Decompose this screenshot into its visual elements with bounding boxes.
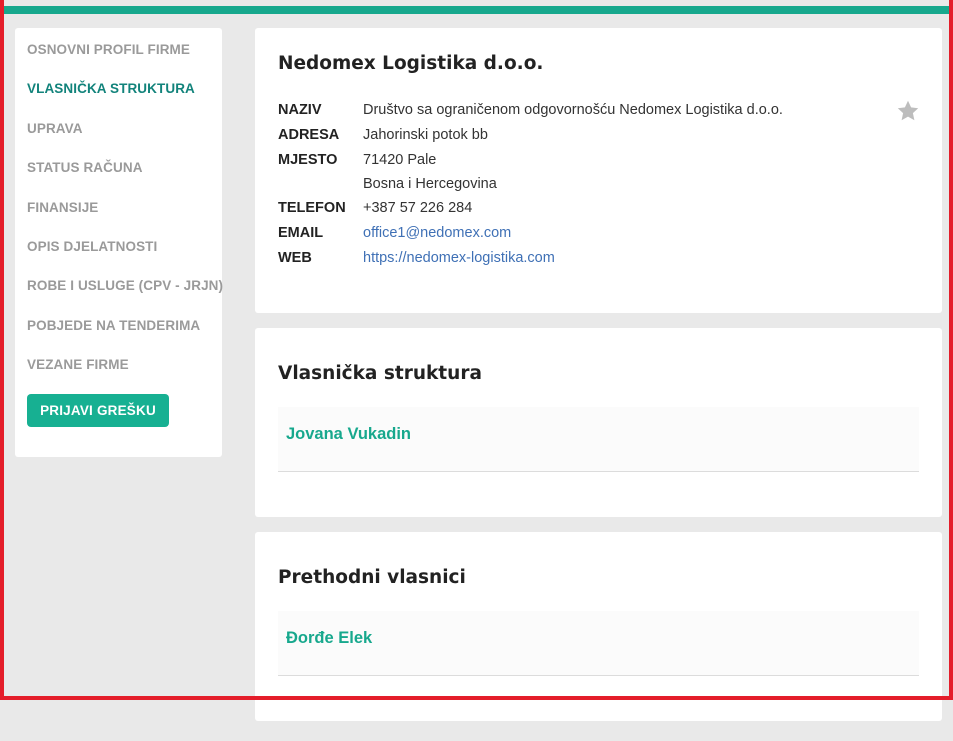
- sidebar-item-finansije[interactable]: FINANSIJE: [15, 200, 222, 239]
- info-label-email: EMAIL: [278, 225, 324, 241]
- info-value-phone: +387 57 226 284: [363, 200, 473, 216]
- company-info-table: NAZIV Društvo sa ograničenom odgovornošć…: [278, 98, 783, 271]
- info-value-city-line: 71420 Pale: [363, 152, 437, 168]
- email-link[interactable]: office1@nedomex.com: [363, 225, 511, 241]
- info-label-name: NAZIV: [278, 102, 322, 118]
- ownership-title: Vlasnička struktura: [278, 363, 482, 384]
- previous-owners-title: Prethodni vlasnici: [278, 567, 466, 588]
- sidebar-item-robe-i-usluge[interactable]: ROBE I USLUGE (CPV - JRJN): [15, 278, 223, 317]
- info-label-city: MJESTO: [278, 152, 338, 168]
- star-icon[interactable]: [896, 99, 920, 123]
- info-value-country: Bosna i Hercegovina: [363, 176, 497, 192]
- info-label-web: WEB: [278, 250, 312, 266]
- info-label-address: ADRESA: [278, 127, 340, 143]
- sidebar-item-opis-djelatnosti[interactable]: OPIS DJELATNOSTI: [15, 239, 222, 278]
- info-row-web: WEB https://nedomex-logistika.com: [278, 246, 783, 271]
- info-label-phone: TELEFON: [278, 200, 346, 216]
- info-value-email-cell: office1@nedomex.com: [363, 221, 783, 246]
- company-title: Nedomex Logistika d.o.o.: [278, 53, 544, 74]
- info-row-address: ADRESA Jahorinski potok bb: [278, 123, 783, 148]
- web-link[interactable]: https://nedomex-logistika.com: [363, 250, 555, 266]
- company-profile-card: Nedomex Logistika d.o.o. NAZIV Društvo s…: [255, 28, 942, 313]
- sidebar-item-osnovni-profil[interactable]: OSNOVNI PROFIL FIRME: [15, 42, 222, 81]
- owner-link[interactable]: Jovana Vukadin: [286, 425, 411, 444]
- info-row-phone: TELEFON +387 57 226 284: [278, 196, 783, 221]
- info-value-web-cell: https://nedomex-logistika.com: [363, 246, 783, 271]
- info-value-name: Društvo sa ograničenom odgovornošću Nedo…: [363, 102, 783, 118]
- list-item: Đorđe Elek: [278, 611, 919, 676]
- info-value-city: 71420 Pale Bosna i Hercegovina: [363, 148, 783, 196]
- sidebar-item-vlasnicka-struktura[interactable]: VLASNIČKA STRUKTURA: [15, 81, 222, 120]
- sidebar-item-pobjede-na-tenderima[interactable]: POBJEDE NA TENDERIMA: [15, 318, 222, 357]
- sidebar-item-vezane-firme[interactable]: VEZANE FIRME: [15, 357, 222, 396]
- previous-owner-link[interactable]: Đorđe Elek: [286, 629, 372, 648]
- sidebar-item-status-racuna[interactable]: STATUS RAČUNA: [15, 160, 222, 199]
- previous-owners-card: Prethodni vlasnici Đorđe Elek: [255, 532, 942, 721]
- ownership-card: Vlasnička struktura Jovana Vukadin: [255, 328, 942, 517]
- info-row-email: EMAIL office1@nedomex.com: [278, 221, 783, 246]
- sidebar: OSNOVNI PROFIL FIRME VLASNIČKA STRUKTURA…: [15, 28, 223, 457]
- info-value-address: Jahorinski potok bb: [363, 127, 488, 143]
- info-row-name: NAZIV Društvo sa ograničenom odgovornošć…: [278, 98, 783, 123]
- sidebar-item-uprava[interactable]: UPRAVA: [15, 121, 222, 160]
- top-accent-stripe: [4, 6, 949, 14]
- info-row-city: MJESTO 71420 Pale Bosna i Hercegovina: [278, 148, 783, 196]
- top-accent-bar: [0, 0, 953, 14]
- report-error-button[interactable]: PRIJAVI GREŠKU: [27, 394, 169, 427]
- list-item: Jovana Vukadin: [278, 407, 919, 472]
